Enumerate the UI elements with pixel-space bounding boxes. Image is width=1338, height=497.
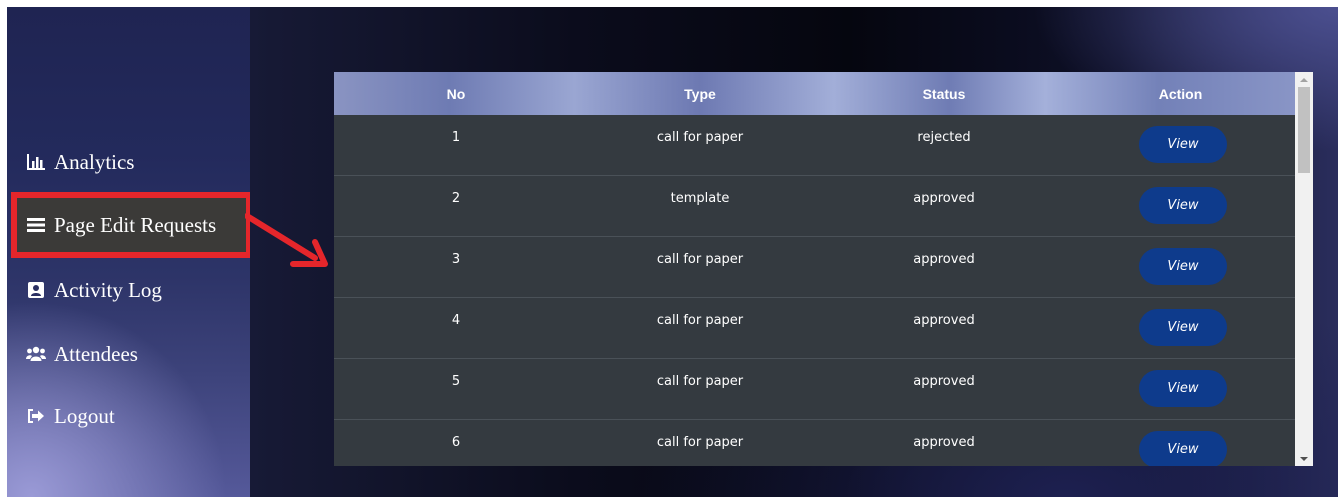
cell-type: call for paper — [656, 130, 744, 145]
sign-out-icon — [26, 406, 46, 426]
sidebar-item-label: Attendees — [54, 341, 138, 366]
scroll-up-arrow-icon[interactable] — [1295, 72, 1313, 87]
table-body: 1 call for paper rejected View 2 templat… — [334, 115, 1295, 466]
sidebar: Analytics Page Edit Requests Activity Lo… — [7, 7, 252, 497]
cell-status: approved — [913, 374, 975, 389]
cell-no: 4 — [451, 313, 461, 328]
annotation-arrow-icon — [245, 213, 328, 267]
sidebar-item-activity-log[interactable]: Activity Log — [19, 264, 243, 316]
table-row: 4 call for paper approved View — [334, 298, 1295, 359]
sidebar-item-label: Logout — [54, 403, 115, 428]
view-button[interactable]: View — [1139, 248, 1227, 285]
column-header-no: No — [446, 85, 466, 102]
column-header-action: Action — [1158, 85, 1203, 102]
table-row: 5 call for paper approved View — [334, 359, 1295, 420]
cell-type: call for paper — [656, 313, 744, 328]
table-row: 2 template approved View — [334, 176, 1295, 237]
sidebar-item-page-edit-requests[interactable]: Page Edit Requests — [11, 192, 252, 258]
requests-table: No Type Status Action 1 call for paper r… — [334, 72, 1313, 466]
cell-no: 3 — [451, 252, 461, 267]
sidebar-item-label: Page Edit Requests — [54, 212, 217, 237]
cell-type: call for paper — [656, 374, 744, 389]
column-header-type: Type — [684, 85, 716, 102]
column-header-status: Status — [922, 85, 966, 102]
table-row: 1 call for paper rejected View — [334, 115, 1295, 176]
sidebar-item-logout[interactable]: Logout — [19, 390, 243, 442]
table-header: No Type Status Action — [334, 72, 1295, 115]
cell-no: 6 — [451, 435, 461, 450]
scrollbar-thumb[interactable] — [1298, 87, 1310, 173]
cell-status: approved — [913, 313, 975, 328]
bar-chart-icon — [26, 152, 46, 172]
cell-status: approved — [913, 435, 975, 450]
sidebar-item-attendees[interactable]: Attendees — [19, 328, 243, 380]
cell-type: call for paper — [656, 435, 744, 450]
table-scrollbar[interactable] — [1295, 72, 1313, 466]
app-frame: Analytics Page Edit Requests Activity Lo… — [7, 7, 1338, 497]
cell-no: 2 — [451, 191, 461, 206]
address-book-icon — [26, 280, 46, 300]
table-row: 6 call for paper approved View — [334, 420, 1295, 466]
cell-status: approved — [913, 252, 975, 267]
scroll-down-arrow-icon[interactable] — [1295, 451, 1313, 466]
users-icon — [26, 344, 46, 364]
view-button[interactable]: View — [1139, 370, 1227, 407]
menu-icon — [26, 215, 46, 235]
view-button[interactable]: View — [1139, 431, 1227, 466]
cell-type: template — [670, 191, 730, 206]
sidebar-item-label: Analytics — [54, 149, 135, 174]
view-button[interactable]: View — [1139, 187, 1227, 224]
cell-status: rejected — [917, 130, 971, 145]
cell-status: approved — [913, 191, 975, 206]
sidebar-item-label: Activity Log — [54, 277, 162, 302]
cell-no: 5 — [451, 374, 461, 389]
cell-type: call for paper — [656, 252, 744, 267]
sidebar-item-analytics[interactable]: Analytics — [19, 136, 243, 188]
view-button[interactable]: View — [1139, 126, 1227, 163]
table-row: 3 call for paper approved View — [334, 237, 1295, 298]
view-button[interactable]: View — [1139, 309, 1227, 346]
cell-no: 1 — [451, 130, 461, 145]
